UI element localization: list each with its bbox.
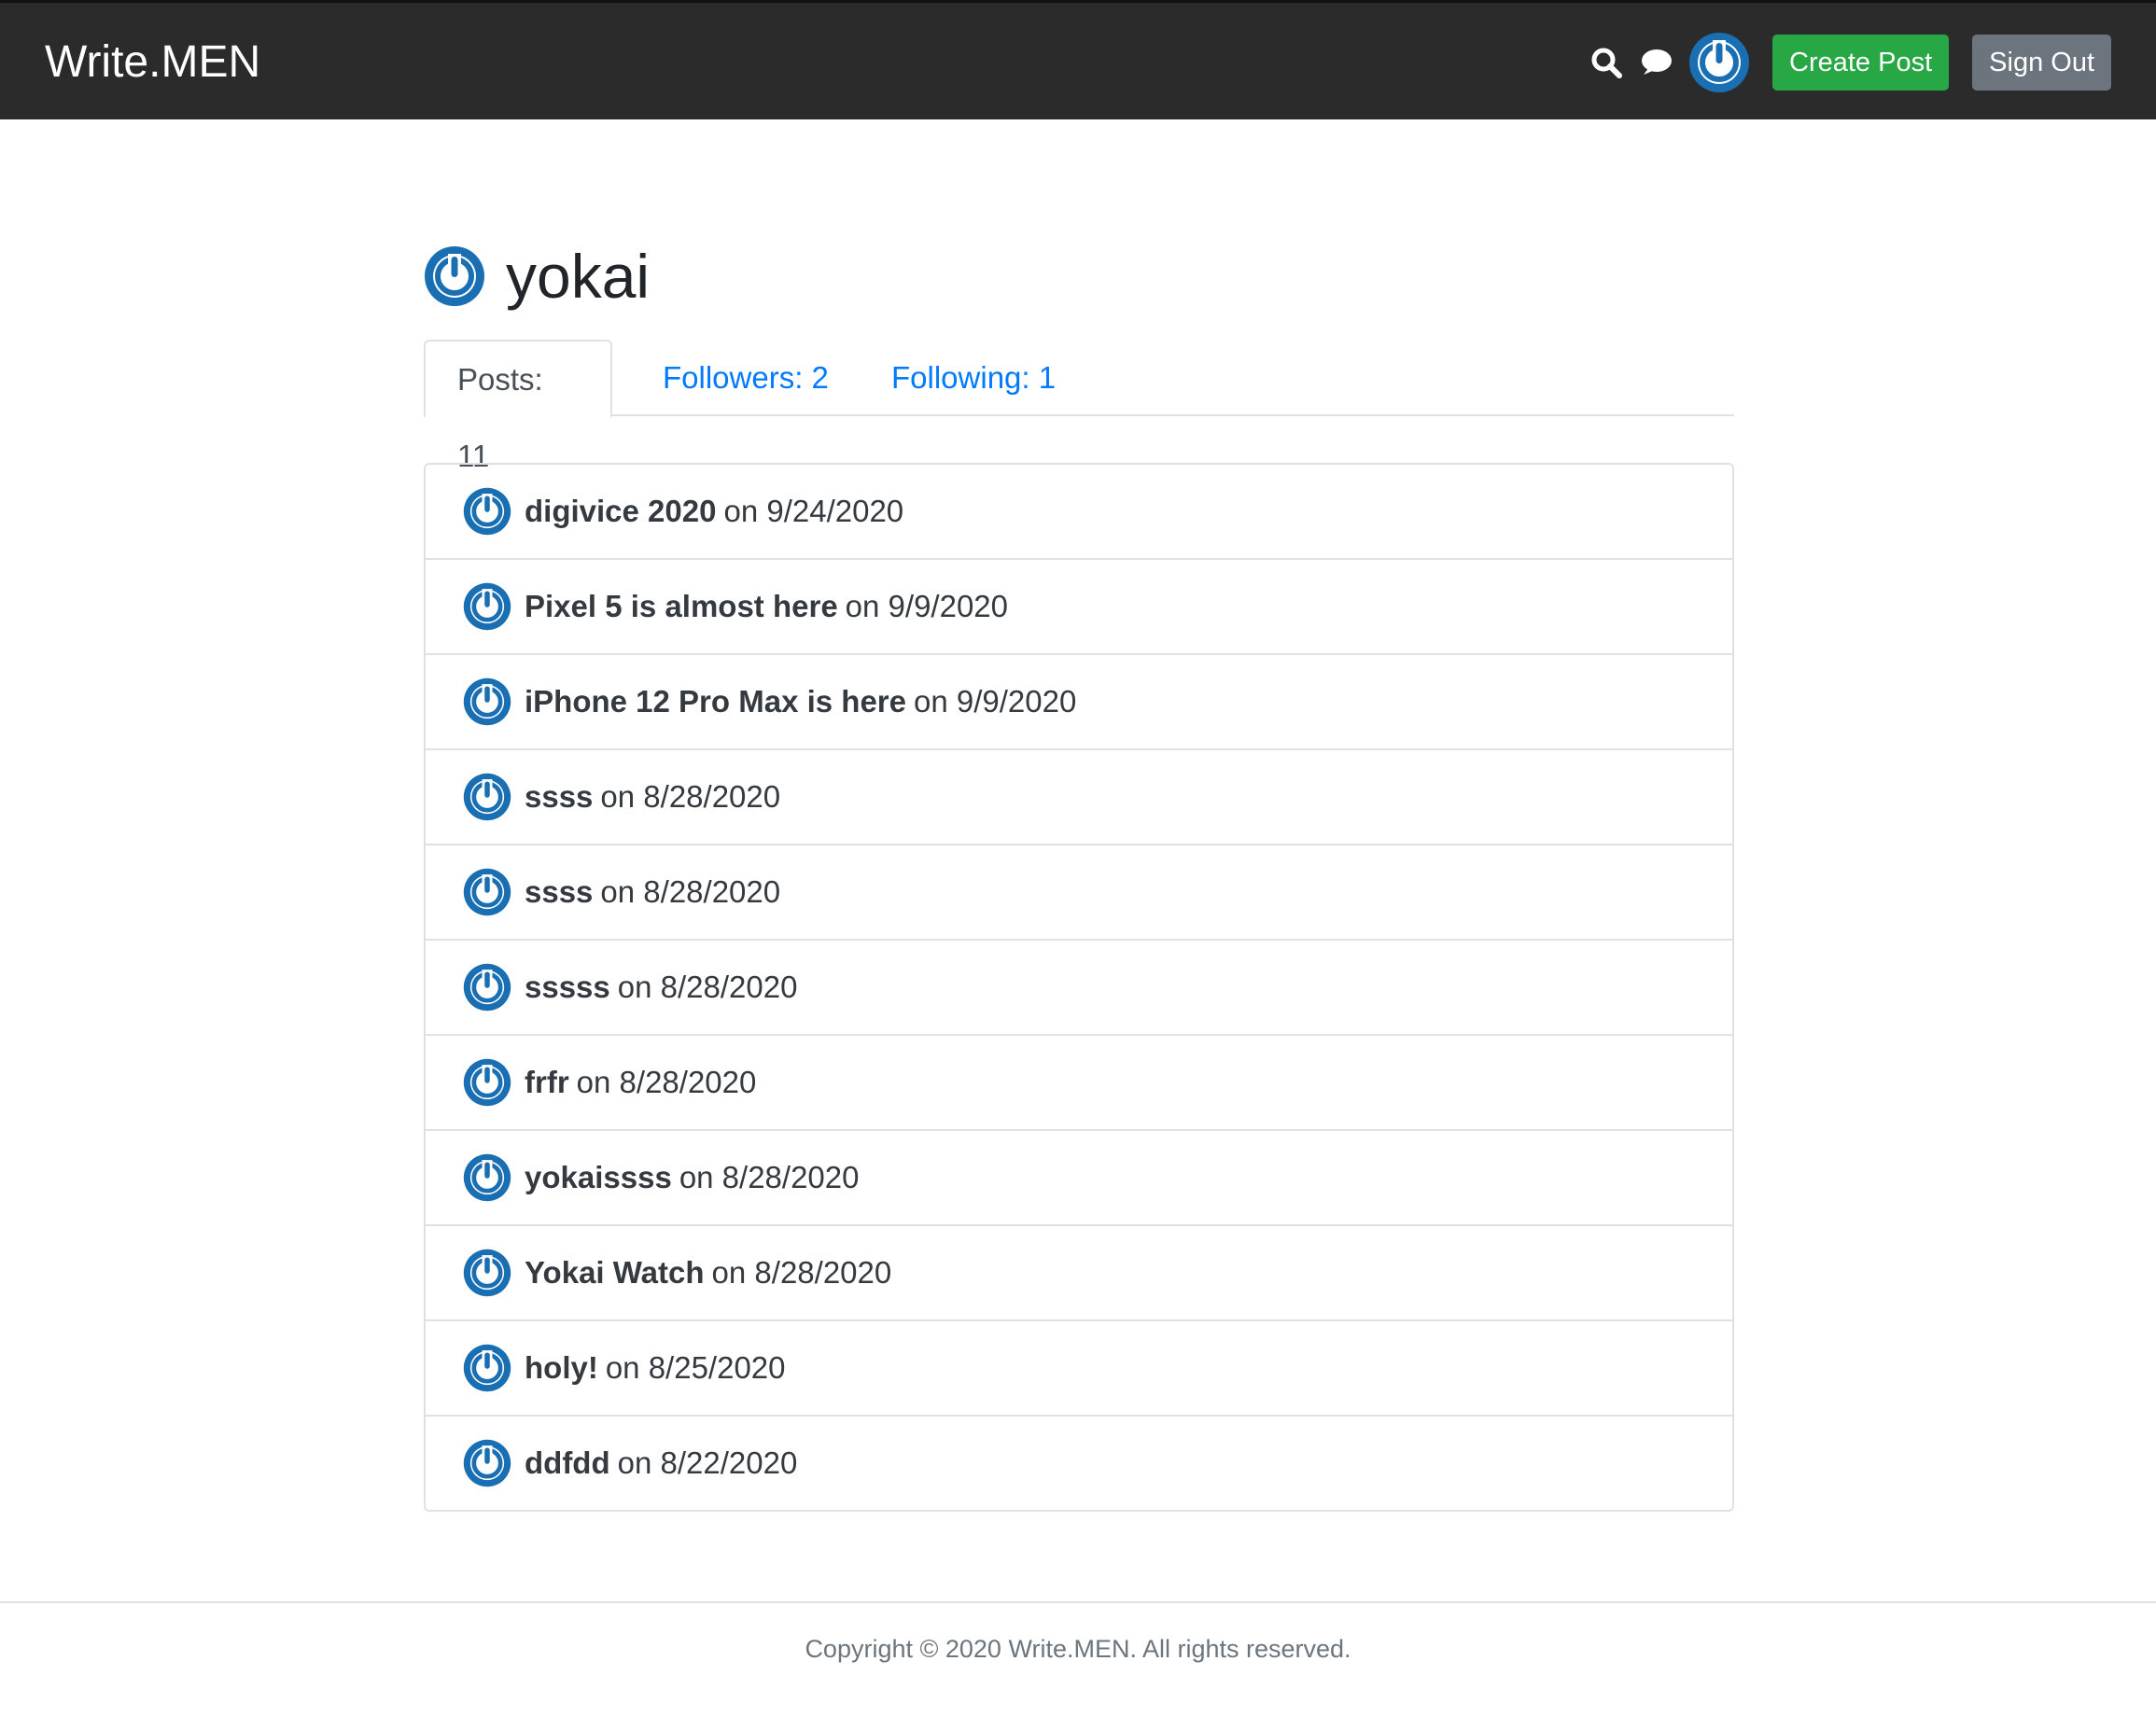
post-list-item[interactable]: iPhone 12 Pro Max is here on 9/9/2020	[426, 655, 1732, 750]
post-title[interactable]: ddfdd	[525, 1445, 610, 1481]
post-list-item[interactable]: ssss on 8/28/2020	[426, 845, 1732, 941]
post-date: on 8/28/2020	[617, 970, 798, 1004]
profile-username: yokai	[506, 242, 651, 311]
post-date: on 8/28/2020	[600, 779, 781, 814]
post-date: on 8/22/2020	[617, 1445, 798, 1480]
profile-header: yokai	[424, 239, 650, 314]
post-date: on 8/28/2020	[711, 1255, 892, 1290]
post-title[interactable]: digivice 2020	[525, 494, 716, 529]
post-title[interactable]: ssss	[525, 874, 593, 910]
profile-avatar	[424, 245, 485, 307]
profile-tabs: Posts: 11 Followers: 2 Following: 1	[424, 340, 1734, 473]
post-date: on 8/28/2020	[600, 874, 781, 909]
post-list: digivice 2020 on 9/24/2020 Pixel 5 is almo…	[424, 463, 1734, 1512]
search-icon[interactable]	[1589, 46, 1623, 79]
post-list-item[interactable]: Yokai Watch on 8/28/2020	[426, 1226, 1732, 1321]
post-author-avatar	[463, 487, 511, 536]
post-author-avatar	[463, 1439, 511, 1487]
tab-posts[interactable]: Posts: 11	[424, 340, 612, 473]
post-title[interactable]: holy!	[525, 1350, 598, 1386]
post-date: on 8/28/2020	[679, 1160, 860, 1194]
footer: Copyright © 2020 Write.MEN. All rights r…	[0, 1601, 2156, 1664]
post-list-item[interactable]: yokaissss on 8/28/2020	[426, 1131, 1732, 1226]
tab-followers[interactable]: Followers: 2	[631, 340, 861, 416]
sign-out-button[interactable]: Sign Out	[1972, 35, 2111, 91]
post-list-item[interactable]: ddfdd on 8/22/2020	[426, 1417, 1732, 1510]
post-date: on 9/24/2020	[723, 494, 904, 528]
post-author-avatar	[463, 1249, 511, 1297]
nav-actions: Create Post Sign Out	[1589, 3, 2111, 122]
post-author-avatar	[463, 773, 511, 821]
navbar: Write.MEN Create Post Sign Out	[0, 0, 2156, 119]
post-title[interactable]: Yokai Watch	[525, 1255, 705, 1291]
post-date: on 8/28/2020	[576, 1065, 757, 1099]
post-date: on 9/9/2020	[914, 684, 1077, 719]
post-list-item[interactable]: ssss on 8/28/2020	[426, 750, 1732, 845]
post-author-avatar	[463, 1058, 511, 1107]
post-title[interactable]: yokaissss	[525, 1160, 672, 1195]
tab-following[interactable]: Following: 1	[860, 340, 1087, 416]
footer-copyright: Copyright © 2020 Write.MEN. All rights r…	[805, 1635, 1351, 1663]
create-post-button[interactable]: Create Post	[1772, 35, 1950, 91]
post-author-avatar	[463, 1344, 511, 1392]
post-title[interactable]: sssss	[525, 970, 610, 1005]
post-title[interactable]: frfr	[525, 1065, 569, 1100]
brand-logo[interactable]: Write.MEN	[45, 3, 260, 122]
post-author-avatar	[463, 582, 511, 631]
post-date: on 8/25/2020	[605, 1350, 786, 1385]
post-date: on 9/9/2020	[845, 589, 1009, 623]
post-list-item[interactable]: sssss on 8/28/2020	[426, 941, 1732, 1036]
chat-icon[interactable]	[1638, 47, 1673, 78]
post-list-item[interactable]: digivice 2020 on 9/24/2020	[426, 465, 1732, 560]
avatar[interactable]	[1688, 32, 1750, 93]
post-list-item[interactable]: holy! on 8/25/2020	[426, 1321, 1732, 1417]
post-title[interactable]: ssss	[525, 779, 593, 815]
post-title[interactable]: Pixel 5 is almost here	[525, 589, 838, 624]
post-author-avatar	[463, 677, 511, 726]
post-author-avatar	[463, 963, 511, 1012]
post-list-item[interactable]: frfr on 8/28/2020	[426, 1036, 1732, 1131]
post-author-avatar	[463, 868, 511, 916]
post-list-item[interactable]: Pixel 5 is almost here on 9/9/2020	[426, 560, 1732, 655]
post-title[interactable]: iPhone 12 Pro Max is here	[525, 684, 906, 719]
post-author-avatar	[463, 1153, 511, 1202]
